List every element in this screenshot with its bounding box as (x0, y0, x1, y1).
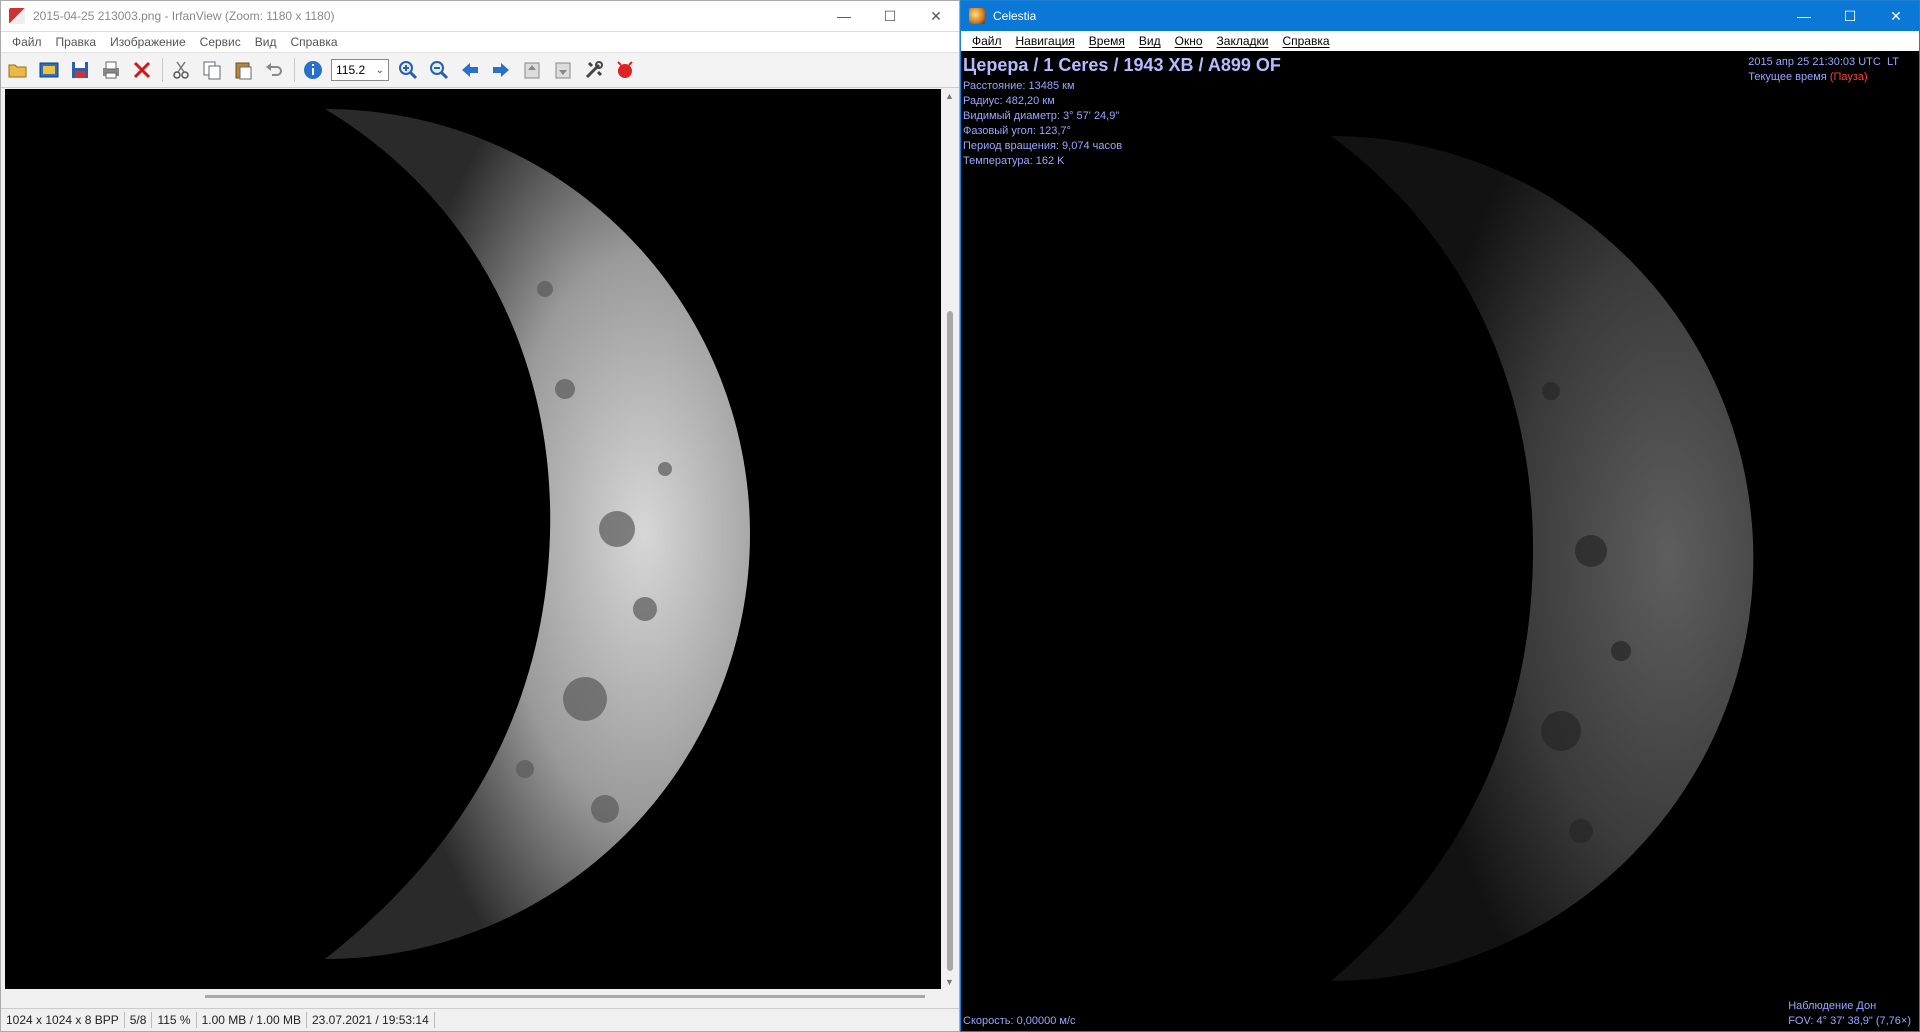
menu-bookmarks[interactable]: Закладки (1210, 34, 1276, 48)
field-of-view: FOV: 4° 37' 38,9" (7,76×) (1788, 1015, 1911, 1027)
zoom-value: 115.2 (336, 63, 366, 77)
image-canvas[interactable] (5, 89, 941, 989)
menu-tools[interactable]: Сервис (193, 35, 248, 49)
info-rotation-period: Период вращения: 9,074 часов (963, 140, 1123, 152)
menu-window[interactable]: Окно (1168, 34, 1210, 48)
first-icon[interactable] (519, 57, 545, 83)
celestia-window: Celestia — ☐ ✕ Файл Навигация Время Вид … (960, 0, 1920, 1032)
status-index: 5/8 (125, 1012, 153, 1028)
celestia-titlebar[interactable]: Celestia — ☐ ✕ (961, 1, 1919, 31)
open-folder-icon[interactable] (5, 57, 31, 83)
close-button[interactable]: ✕ (913, 1, 959, 31)
menu-view[interactable]: Вид (248, 35, 284, 49)
vertical-scrollbar[interactable]: ▲ ▼ (943, 89, 957, 989)
chevron-down-icon: ⌄ (375, 64, 384, 76)
menu-file[interactable]: Файл (965, 34, 1009, 48)
menu-time[interactable]: Время (1082, 34, 1132, 48)
toolbar: 115.2 ⌄ (1, 53, 959, 88)
maximize-button[interactable]: ☐ (1827, 1, 1873, 31)
info-apparent-diameter: Видимый диаметр: 3° 57' 24,9" (963, 110, 1120, 122)
minimize-button[interactable]: — (1781, 1, 1827, 31)
last-icon[interactable] (550, 57, 576, 83)
observer-info: Наблюдение Дон FOV: 4° 37' 38,9" (7,76×) (1788, 999, 1911, 1029)
status-zoom: 115 % (152, 1012, 197, 1028)
menu-image[interactable]: Изображение (103, 35, 193, 49)
zoom-dropdown[interactable]: 115.2 ⌄ (331, 59, 389, 81)
sim-datetime: 2015 апр 25 21:30:03 UTC (1748, 56, 1881, 68)
horizontal-scrollbar[interactable] (5, 991, 941, 1005)
speed-readout: Скорость: 0,00000 м/с (963, 1015, 1076, 1027)
statusbar: 1024 x 1024 x 8 BPP 5/8 115 % 1.00 MB / … (1, 1008, 959, 1031)
zoom-in-icon[interactable] (395, 57, 421, 83)
maximize-button[interactable]: ☐ (867, 1, 913, 31)
toolbar-separator (162, 58, 163, 82)
minimize-button[interactable]: — (821, 1, 867, 31)
irfanview-titlebar[interactable]: 2015-04-25 213003.png - IrfanView (Zoom:… (1, 1, 959, 32)
menu-help[interactable]: Справка (283, 35, 344, 49)
scroll-up-icon[interactable]: ▲ (945, 91, 954, 101)
settings-icon[interactable] (581, 57, 607, 83)
info-temperature: Температура: 162 K (963, 155, 1065, 167)
status-size: 1.00 MB / 1.00 MB (197, 1012, 307, 1028)
irfanview-app-icon (9, 8, 25, 24)
irfanview-window: 2015-04-25 213003.png - IrfanView (Zoom:… (0, 0, 960, 1032)
close-button[interactable]: ✕ (1873, 1, 1919, 31)
time-label: Текущее время (1748, 71, 1827, 83)
copy-icon[interactable] (199, 57, 225, 83)
celestia-app-icon (969, 8, 985, 24)
ceres-image (325, 109, 750, 959)
save-icon[interactable] (67, 57, 93, 83)
time-info: 2015 апр 25 21:30:03 UTC LT Текущее врем… (1748, 55, 1899, 85)
info-radius: Радиус: 482,20 км (963, 95, 1055, 107)
vertical-scroll-thumb[interactable] (947, 311, 953, 971)
window-title: 2015-04-25 213003.png - IrfanView (Zoom:… (33, 9, 335, 23)
info-icon[interactable] (300, 57, 326, 83)
menubar: Файл Навигация Время Вид Окно Закладки С… (961, 31, 1919, 51)
object-info: Расстояние: 13485 км Радиус: 482,20 км В… (963, 79, 1122, 169)
menu-edit[interactable]: Правка (49, 35, 104, 49)
light-time-indicator: LT (1886, 56, 1899, 68)
previous-icon[interactable] (457, 57, 483, 83)
menu-file[interactable]: Файл (5, 35, 49, 49)
observer-mode: Наблюдение Дон (1788, 1000, 1877, 1012)
scroll-down-icon[interactable]: ▼ (945, 977, 954, 987)
menubar: Файл Правка Изображение Сервис Вид Справ… (1, 32, 959, 53)
celestia-3d-view[interactable]: Церера / 1 Ceres / 1943 XB / A899 OF Рас… (961, 51, 1919, 1031)
toolbar-separator (294, 58, 295, 82)
ceres-render (1331, 136, 1754, 981)
paste-icon[interactable] (230, 57, 256, 83)
undo-icon[interactable] (261, 57, 287, 83)
info-phase-angle: Фазовый угол: 123,7° (963, 125, 1071, 137)
info-distance: Расстояние: 13485 км (963, 80, 1075, 92)
cut-icon[interactable] (168, 57, 194, 83)
object-name: Церера / 1 Ceres / 1943 XB / A899 OF (963, 55, 1281, 75)
delete-icon[interactable] (129, 57, 155, 83)
paused-indicator: (Пауза) (1829, 71, 1868, 83)
next-icon[interactable] (488, 57, 514, 83)
exit-icon[interactable] (612, 57, 638, 83)
menu-help[interactable]: Справка (1275, 34, 1336, 48)
menu-navigation[interactable]: Навигация (1009, 34, 1082, 48)
status-dimensions: 1024 x 1024 x 8 BPP (1, 1012, 125, 1028)
menu-view[interactable]: Вид (1132, 34, 1168, 48)
window-title: Celestia (993, 9, 1037, 23)
print-icon[interactable] (98, 57, 124, 83)
status-datetime: 23.07.2021 / 19:53:14 (307, 1012, 435, 1028)
slideshow-icon[interactable] (36, 57, 62, 83)
horizontal-scroll-thumb[interactable] (205, 995, 925, 998)
zoom-out-icon[interactable] (426, 57, 452, 83)
